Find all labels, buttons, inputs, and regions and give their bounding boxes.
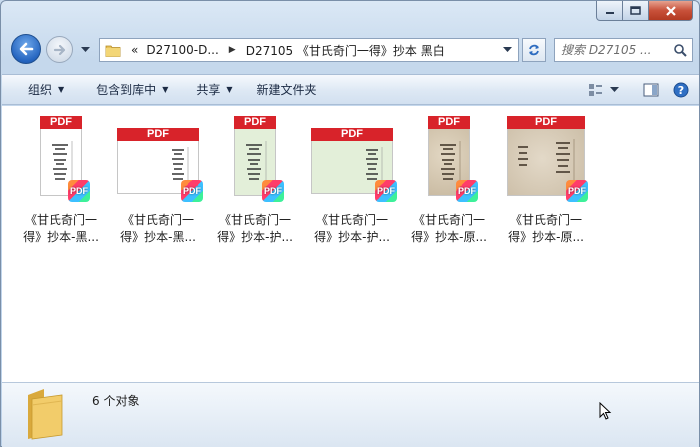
search-box[interactable]	[554, 38, 693, 62]
svg-text:?: ?	[678, 84, 684, 97]
file-name-line-2: 得》抄本-黑...	[23, 230, 99, 244]
maximize-button[interactable]	[623, 1, 649, 21]
new-folder-button[interactable]: 新建文件夹	[247, 74, 331, 105]
file-name-line-2: 得》抄本-黑...	[120, 230, 196, 244]
thumbnail-header: PDF	[428, 116, 470, 129]
file-name-line-2: 得》抄本-原...	[508, 230, 584, 244]
file-name[interactable]: 《甘氏奇门一 得》抄本-原...	[500, 212, 592, 246]
details-pane: 6 个对象	[2, 382, 699, 447]
pdf-badge-label: PDF	[377, 186, 395, 196]
pdf-badge-icon: PDF	[181, 180, 203, 202]
file-name[interactable]: 《甘氏奇门一 得》抄本-护...	[306, 212, 398, 246]
share-menu[interactable]: 共享 ▼	[182, 74, 246, 105]
organize-label: 组织	[28, 83, 53, 97]
folder-icon	[105, 45, 121, 57]
file-name[interactable]: 《甘氏奇门一 得》抄本-护...	[209, 212, 301, 246]
breadcrumb-current[interactable]: D27105 《甘氏奇门一得》抄本 黑白	[242, 42, 449, 59]
view-controls: ?	[588, 82, 699, 98]
pdf-badge-label: PDF	[70, 186, 88, 196]
chevron-down-icon: ▼	[162, 85, 169, 94]
close-icon	[665, 5, 676, 16]
thumbnail-header: PDF	[311, 128, 393, 141]
file-name-line-1: 《甘氏奇门一	[509, 213, 582, 227]
file-name-line-1: 《甘氏奇门一	[24, 213, 97, 227]
address-bar[interactable]: « D27100-D... ▶ D27105 《甘氏奇门一得》抄本 黑白	[99, 38, 519, 62]
pdf-badge-icon: PDF	[375, 180, 397, 202]
chevron-down-icon: ▼	[226, 85, 233, 94]
file-name-line-1: 《甘氏奇门一	[121, 213, 194, 227]
explorer-window: « D27100-D... ▶ D27105 《甘氏奇门一得》抄本 黑白 组织 …	[0, 0, 700, 447]
chevron-down-icon	[80, 47, 90, 52]
thumbnail-header: PDF	[40, 116, 82, 129]
navigation-bar: « D27100-D... ▶ D27105 《甘氏奇门一得》抄本 黑白	[9, 32, 693, 68]
refresh-icon	[529, 44, 539, 56]
include-in-library-menu[interactable]: 包含到库中 ▼	[78, 74, 182, 105]
pdf-badge-icon: PDF	[566, 180, 588, 202]
thumbnail-header: PDF	[234, 116, 276, 129]
breadcrumb-overflow[interactable]: «	[127, 43, 142, 57]
breadcrumb-parent[interactable]: D27100-D...	[142, 43, 222, 57]
search-icon[interactable]	[673, 43, 687, 57]
view-options-chevron-icon[interactable]	[610, 86, 619, 93]
file-name-line-1: 《甘氏奇门一	[218, 213, 291, 227]
close-button[interactable]	[649, 1, 693, 21]
file-name[interactable]: 《甘氏奇门一 得》抄本-黑...	[15, 212, 107, 246]
maximize-icon	[630, 6, 641, 15]
minimize-icon	[605, 11, 614, 14]
caption-buttons	[596, 1, 693, 21]
file-name[interactable]: 《甘氏奇门一 得》抄本-原...	[403, 212, 495, 246]
organize-menu[interactable]: 组织 ▼	[2, 74, 78, 105]
file-name-line-2: 得》抄本-原...	[411, 230, 487, 244]
file-name-line-2: 得》抄本-护...	[217, 230, 293, 244]
recent-pages-button[interactable]	[79, 44, 91, 56]
back-button[interactable]	[11, 34, 41, 64]
pdf-badge-icon: PDF	[68, 180, 90, 202]
include-in-library-label: 包含到库中	[96, 83, 157, 97]
file-list-pane[interactable]: PDF PDF 《甘氏奇门一 得》抄本-黑... PDF PDF 《甘氏奇门一	[2, 106, 699, 382]
view-options-icon[interactable]	[588, 83, 604, 97]
refresh-button[interactable]	[522, 38, 546, 62]
minimize-button[interactable]	[596, 1, 623, 21]
forward-arrow-icon	[53, 44, 65, 55]
help-icon[interactable]: ?	[673, 82, 689, 98]
file-name-line-2: 得》抄本-护...	[314, 230, 390, 244]
folder-icon	[28, 389, 63, 440]
item-count: 6 个对象	[92, 394, 140, 408]
thumbnail-header: PDF	[507, 116, 585, 129]
file-name-line-1: 《甘氏奇门一	[315, 213, 388, 227]
search-input[interactable]	[561, 43, 673, 57]
share-label: 共享	[196, 83, 221, 97]
pdf-badge-icon: PDF	[262, 180, 284, 202]
pdf-badge-label: PDF	[183, 186, 201, 196]
back-arrow-icon	[19, 42, 34, 56]
pdf-badge-icon: PDF	[456, 180, 478, 202]
preview-pane-icon[interactable]	[643, 83, 659, 97]
thumbnail-header: PDF	[117, 128, 199, 141]
file-name[interactable]: 《甘氏奇门一 得》抄本-黑...	[112, 212, 204, 246]
pdf-badge-label: PDF	[458, 186, 476, 196]
pdf-badge-label: PDF	[568, 186, 586, 196]
pdf-badge-label: PDF	[264, 186, 282, 196]
mouse-cursor-icon	[599, 402, 612, 420]
file-name-line-1: 《甘氏奇门一	[412, 213, 485, 227]
forward-button[interactable]	[46, 36, 73, 63]
command-bar: 组织 ▼ 包含到库中 ▼ 共享 ▼ 新建文件夹 ?	[2, 74, 699, 105]
chevron-down-icon: ▼	[58, 85, 65, 94]
address-dropdown-icon[interactable]	[503, 47, 512, 53]
new-folder-label: 新建文件夹	[256, 83, 317, 97]
breadcrumb-separator-icon[interactable]: ▶	[223, 45, 242, 55]
